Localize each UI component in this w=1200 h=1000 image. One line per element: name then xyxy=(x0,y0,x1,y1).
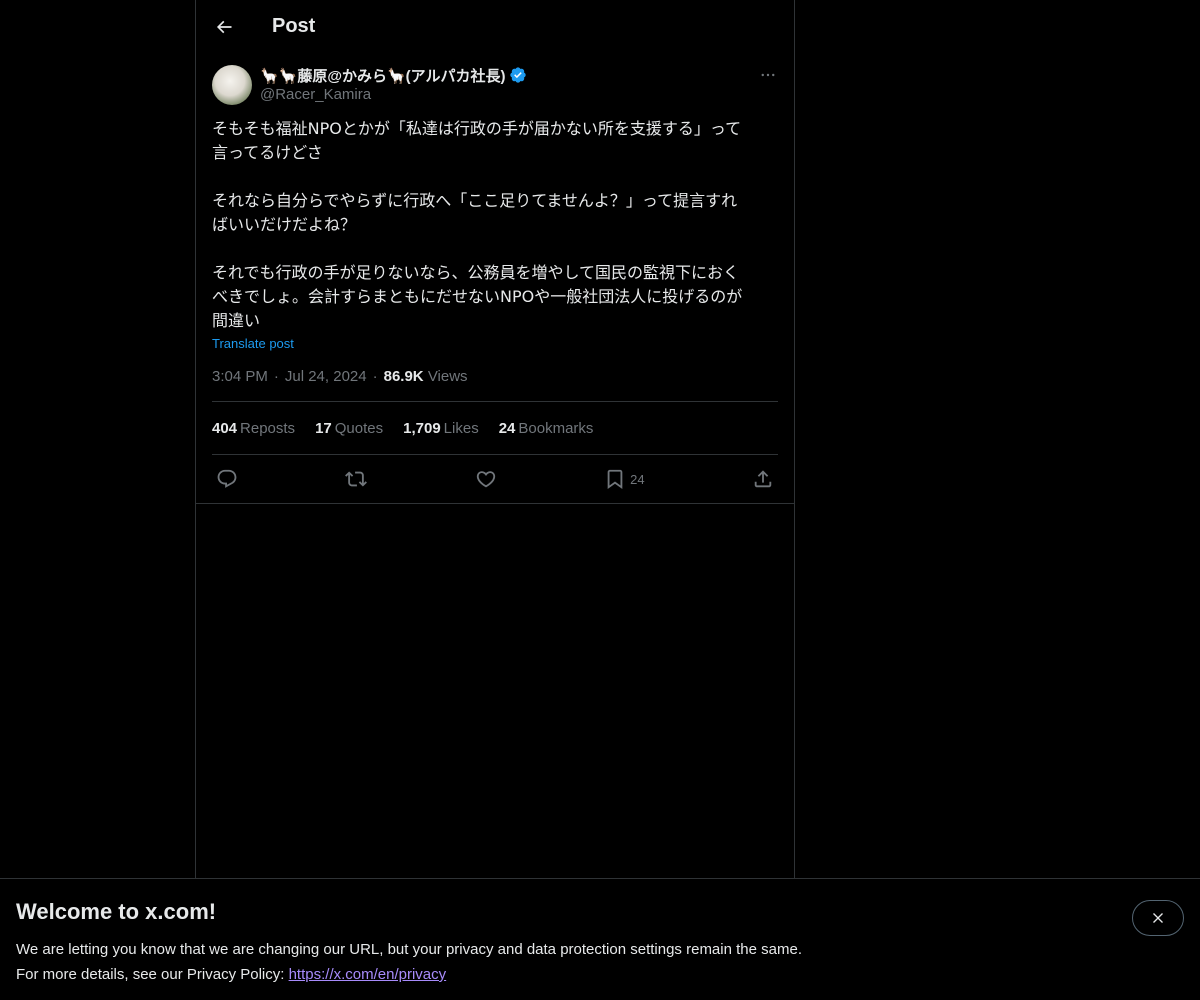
post-metadata: 3:04 PM · Jul 24, 2024 · 86.9K Views xyxy=(212,368,778,402)
share-button[interactable] xyxy=(752,468,774,490)
likes-stat[interactable]: 1,709 Likes xyxy=(403,420,479,437)
post-time[interactable]: 3:04 PM xyxy=(212,368,268,385)
post: 🦙🦙藤原@かみら🦙(アルパカ社長) @Racer_Kamira そもそも福祉NP… xyxy=(196,65,794,504)
more-options-button[interactable] xyxy=(758,65,778,85)
banner-line-2: For more details, see our Privacy Policy… xyxy=(16,966,289,983)
post-author: 🦙🦙藤原@かみら🦙(アルパカ社長) @Racer_Kamira xyxy=(212,65,778,105)
close-banner-button[interactable] xyxy=(1132,900,1184,936)
url-change-banner: Welcome to x.com! We are letting you kno… xyxy=(0,878,1200,1000)
repost-icon xyxy=(345,471,368,487)
main-column: Post 🦙🦙藤原@かみら🦙(アルパカ社長) @Racer_Kamira そもそ… xyxy=(195,0,795,1000)
bookmarks-stat[interactable]: 24 Bookmarks xyxy=(499,420,594,437)
privacy-policy-link[interactable]: https://x.com/en/privacy xyxy=(289,966,447,983)
bookmark-count: 24 xyxy=(630,471,645,487)
display-name[interactable]: 🦙🦙藤原@かみら🦙(アルパカ社長) xyxy=(260,65,506,86)
banner-text: We are letting you know that we are chan… xyxy=(16,937,1184,987)
bookmark-icon xyxy=(607,469,623,490)
bookmark-button[interactable]: 24 xyxy=(604,468,645,490)
banner-title: Welcome to x.com! xyxy=(16,899,217,924)
heart-icon xyxy=(476,471,495,488)
top-bar: Post xyxy=(196,0,794,53)
avatar[interactable] xyxy=(212,65,252,105)
views-label: Views xyxy=(427,368,468,385)
reply-button[interactable] xyxy=(216,468,238,490)
user-handle[interactable]: @Racer_Kamira xyxy=(260,86,527,103)
reply-icon xyxy=(217,469,237,488)
verified-badge-icon[interactable] xyxy=(509,66,527,84)
back-button[interactable] xyxy=(212,15,236,39)
more-icon xyxy=(761,73,775,77)
post-date[interactable]: Jul 24, 2024 xyxy=(285,368,367,385)
views-count: 86.9K xyxy=(383,368,424,385)
translate-post-link[interactable]: Translate post xyxy=(212,336,294,351)
page-title: Post xyxy=(272,15,316,37)
reposts-stat[interactable]: 404 Reposts xyxy=(212,420,295,437)
quotes-stat[interactable]: 17 Quotes xyxy=(315,420,383,437)
share-icon xyxy=(754,470,772,488)
post-text: そもそも福祉NPOとかが「私達は行政の手が届かない所を支援する」って 言ってるけ… xyxy=(212,119,743,330)
repost-button[interactable] xyxy=(345,468,368,490)
post-stats: 404 Reposts 17 Quotes 1,709 Likes 24 Bookmar… xyxy=(212,402,778,455)
arrow-left-icon xyxy=(216,20,232,33)
banner-line-1: We are letting you know that we are chan… xyxy=(16,941,802,958)
post-actions: 24 xyxy=(212,455,778,503)
close-icon xyxy=(1153,913,1163,923)
like-button[interactable] xyxy=(475,468,497,490)
